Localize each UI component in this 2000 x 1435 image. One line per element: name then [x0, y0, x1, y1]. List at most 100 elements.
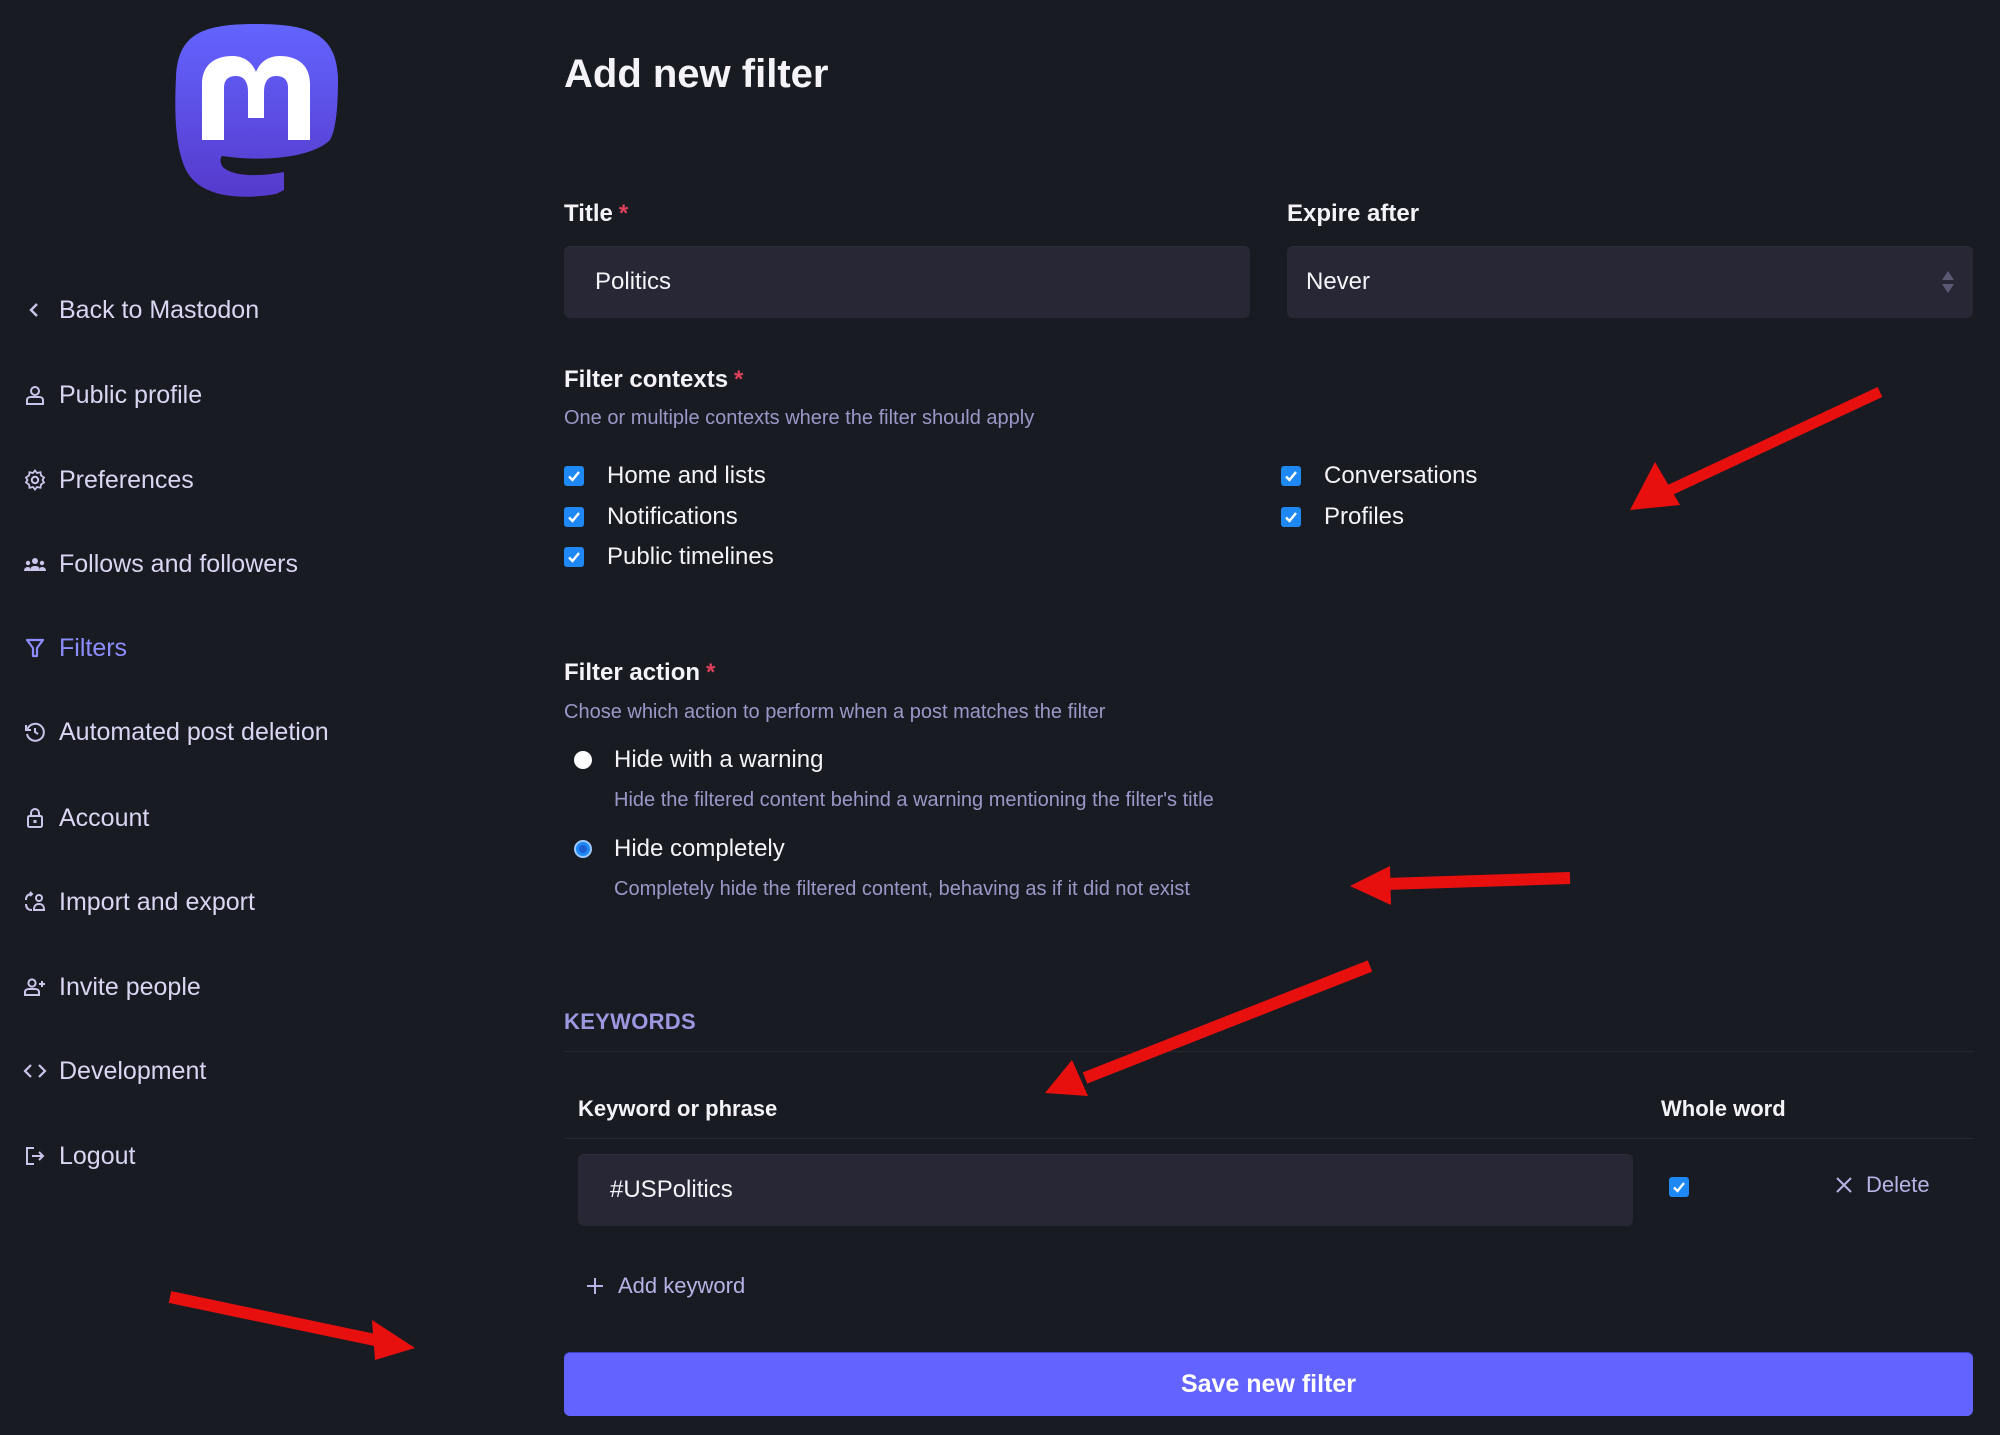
code-icon — [20, 1056, 50, 1086]
keywords-heading: KEYWORDS — [564, 1009, 696, 1034]
mastodon-logo[interactable] — [172, 22, 340, 200]
sidebar-item-automated-post-deletion[interactable]: Automated post deletion — [20, 710, 329, 754]
checkmark-icon — [1285, 512, 1297, 523]
sidebar-item-follows-and-followers[interactable]: Follows and followers — [20, 542, 298, 586]
filter-action-hint: Chose which action to perform when a pos… — [564, 701, 1106, 723]
checkmark-icon — [568, 512, 580, 523]
action-option-hide-with-warning[interactable]: Hide with a warning — [574, 746, 823, 774]
keyword-column-header: Keyword or phrase — [578, 1096, 778, 1121]
red-arrow-keyword — [1045, 960, 1373, 1096]
option-label: Profiles — [1324, 503, 1405, 530]
add-keyword-button[interactable]: Add keyword — [585, 1273, 745, 1299]
sidebar-item-label: Preferences — [59, 465, 194, 494]
option-label: Conversations — [1324, 462, 1478, 489]
context-option-public-timelines[interactable]: Public timelines — [564, 543, 774, 571]
red-arrow-hide-completely — [1350, 866, 1571, 905]
logout-icon — [20, 1141, 50, 1171]
radio-button[interactable] — [574, 751, 592, 769]
checkbox[interactable] — [1281, 466, 1301, 486]
context-option-home-and-lists[interactable]: Home and lists — [564, 462, 766, 490]
context-option-conversations[interactable]: Conversations — [1281, 462, 1477, 490]
expire-after-select[interactable]: Never — [1287, 246, 1973, 318]
filter-contexts-label: Filter contexts * — [564, 366, 743, 394]
divider — [564, 1138, 1974, 1139]
checkbox[interactable] — [1669, 1177, 1689, 1197]
sidebar-item-label: Account — [59, 803, 150, 832]
page-title: Add new filter — [564, 52, 829, 96]
gear-icon — [20, 465, 50, 495]
checkbox[interactable] — [564, 507, 584, 527]
checkmark-icon — [568, 552, 580, 563]
context-option-notifications[interactable]: Notifications — [564, 503, 738, 531]
sidebar-item-label: Filters — [59, 633, 128, 662]
history-icon — [20, 717, 50, 747]
sidebar-item-public-profile[interactable]: Public profile — [20, 373, 202, 417]
keyword-input-field[interactable] — [608, 1175, 1633, 1205]
sidebar-item-development[interactable]: Development — [20, 1049, 206, 1093]
expire-after-value: Never — [1306, 268, 1371, 295]
checkmark-icon — [1673, 1182, 1685, 1193]
filter-contexts-label-text: Filter contexts — [564, 366, 729, 393]
sidebar-item-import-and-export[interactable]: Import and export — [20, 880, 255, 924]
option-label: Hide completely — [614, 835, 785, 862]
context-option-profiles[interactable]: Profiles — [1281, 503, 1404, 531]
filter-icon — [20, 633, 50, 663]
filter-action-label-text: Filter action — [564, 659, 701, 686]
add-keyword-label: Add keyword — [618, 1273, 746, 1298]
checkbox[interactable] — [564, 466, 584, 486]
checkmark-icon — [1285, 471, 1297, 482]
required-mark: * — [734, 366, 744, 393]
option-label: Notifications — [607, 503, 738, 530]
filter-contexts-hint: One or multiple contexts where the filte… — [564, 407, 1035, 429]
keyword-input[interactable] — [578, 1154, 1633, 1226]
required-mark: * — [618, 200, 629, 227]
option-label: Public timelines — [607, 543, 774, 570]
whole-word-column-header: Whole word — [1661, 1096, 1786, 1121]
sidebar-item-label: Import and export — [59, 887, 255, 916]
title-label-text: Title — [564, 200, 613, 227]
sidebar-item-label: Logout — [59, 1141, 136, 1170]
users-icon — [20, 549, 50, 579]
checkbox[interactable] — [1281, 507, 1301, 527]
sidebar-item-preferences[interactable]: Preferences — [20, 458, 194, 502]
title-input[interactable] — [564, 246, 1250, 318]
sidebar-item-filters[interactable]: Filters — [20, 626, 127, 670]
sidebar-item-label: Back to Mastodon — [59, 295, 260, 324]
chevron-left-icon — [20, 295, 50, 325]
sidebar-item-invite-people[interactable]: Invite people — [20, 965, 201, 1009]
filter-action-label: Filter action * — [564, 659, 715, 687]
required-mark: * — [706, 659, 716, 686]
import-export-icon — [20, 887, 50, 917]
sidebar-item-label: Development — [59, 1056, 207, 1085]
red-arrow-save — [168, 1291, 415, 1360]
delete-label: Delete — [1866, 1172, 1930, 1197]
option-label: Hide with a warning — [614, 746, 824, 773]
divider — [564, 1051, 1974, 1052]
sidebar-item-label: Invite people — [59, 972, 201, 1001]
select-arrows-icon — [1942, 271, 1954, 293]
user-icon — [20, 380, 50, 410]
delete-keyword-button[interactable]: Delete — [1834, 1172, 1930, 1198]
sidebar-item-logout[interactable]: Logout — [20, 1134, 135, 1178]
action-option-hint: Hide the filtered content behind a warni… — [614, 789, 1214, 811]
title-label: Title * — [564, 200, 628, 228]
save-new-filter-button[interactable]: Save new filter — [564, 1352, 1973, 1416]
expire-after-label: Expire after — [1287, 200, 1420, 227]
user-plus-icon — [20, 972, 50, 1002]
sidebar-item-back-to-mastodon[interactable]: Back to Mastodon — [20, 288, 259, 332]
title-input-field[interactable] — [593, 267, 1250, 297]
checkbox[interactable] — [564, 547, 584, 567]
action-option-hint: Completely hide the filtered content, be… — [614, 878, 1190, 900]
red-arrow-contexts — [1630, 387, 1883, 510]
radio-button-selected[interactable] — [574, 840, 592, 858]
option-label: Home and lists — [607, 462, 766, 489]
lock-icon — [20, 803, 50, 833]
sidebar-item-account[interactable]: Account — [20, 796, 149, 840]
sidebar-item-label: Follows and followers — [59, 549, 298, 578]
action-option-hide-completely[interactable]: Hide completely — [574, 835, 785, 863]
plus-icon — [587, 1278, 603, 1294]
sidebar-item-label: Public profile — [59, 380, 203, 409]
checkmark-icon — [568, 471, 580, 482]
sidebar-item-label: Automated post deletion — [59, 717, 329, 746]
whole-word-checkbox[interactable] — [1669, 1177, 1689, 1197]
